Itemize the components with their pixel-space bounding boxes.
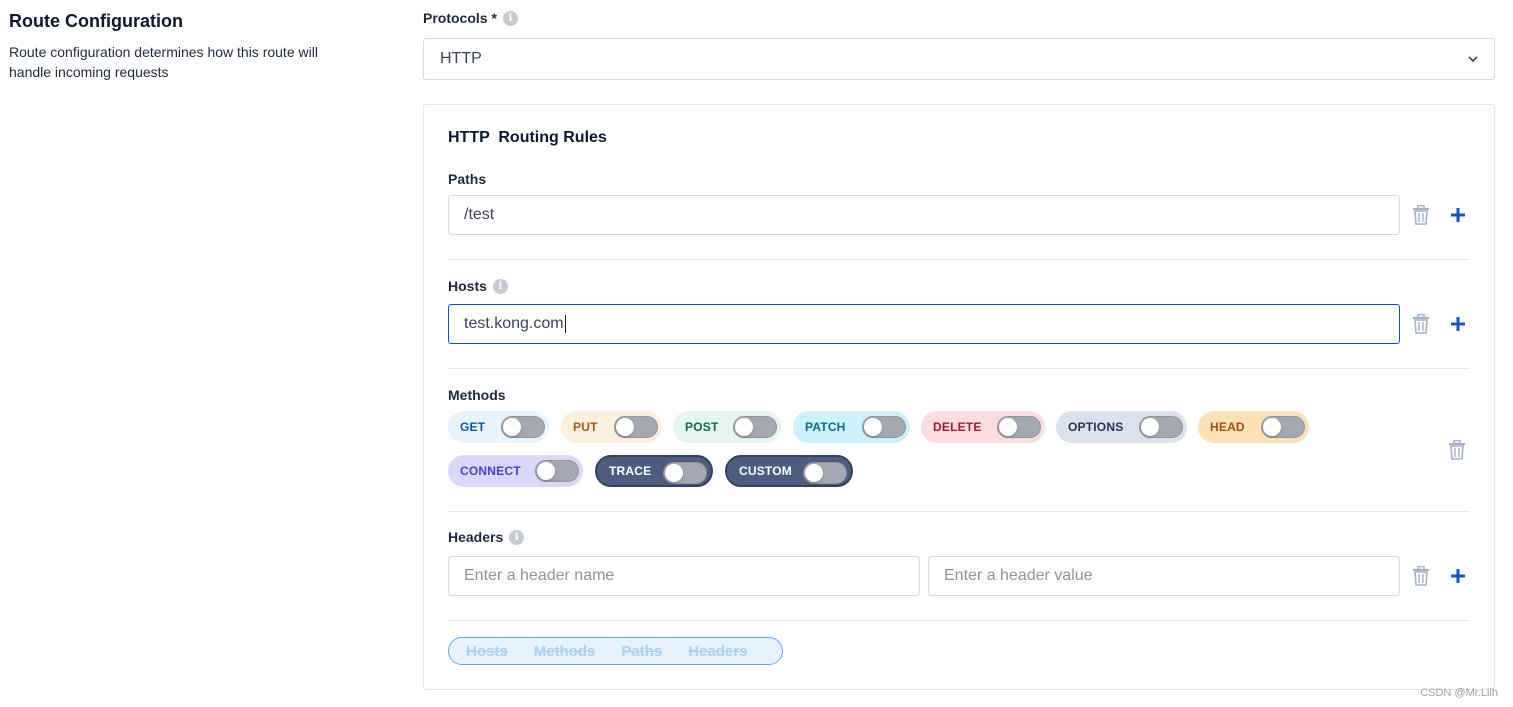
divider <box>448 368 1470 369</box>
toggle-switch[interactable] <box>733 416 777 438</box>
section-title: Route Configuration <box>9 11 183 31</box>
method-toggle-connect[interactable]: CONNECT <box>448 455 583 487</box>
paths-label-text: Paths <box>448 171 487 187</box>
method-label: PUT <box>573 420 598 434</box>
section-description: Route configuration determines how this … <box>9 44 318 80</box>
toggle-switch[interactable] <box>803 462 847 484</box>
method-label: CONNECT <box>460 464 521 478</box>
trash-icon[interactable] <box>1412 314 1430 334</box>
paths-input-value: /test <box>464 206 495 223</box>
method-toggle-head[interactable]: HEAD <box>1198 411 1309 443</box>
toggle-knob <box>665 464 683 482</box>
tab-headers[interactable]: Headers <box>688 643 747 660</box>
protocols-select-value: HTTP <box>440 50 482 67</box>
info-icon[interactable]: i <box>502 10 518 26</box>
toggle-switch[interactable] <box>862 416 906 438</box>
hosts-input-value: test.kong.com <box>464 315 564 332</box>
section-header: Route Configuration Route configuration … <box>9 11 349 82</box>
header-value-placeholder: Enter a header value <box>944 567 1093 584</box>
tab-methods[interactable]: Methods <box>534 643 596 660</box>
plus-icon[interactable] <box>1450 207 1466 223</box>
toggle-knob <box>735 418 753 436</box>
hosts-label: Hosts i <box>448 278 508 294</box>
method-label: HEAD <box>1210 420 1245 434</box>
watermark: CSDN @Mr.Lilh <box>1420 687 1498 699</box>
trash-icon[interactable] <box>1412 566 1430 586</box>
toggle-knob <box>805 464 823 482</box>
method-label: TRACE <box>609 464 652 478</box>
text-caret <box>564 315 566 333</box>
plus-icon[interactable] <box>1450 568 1466 584</box>
chevron-down-icon <box>1468 56 1478 63</box>
tab-paths[interactable]: Paths <box>621 643 662 660</box>
info-icon[interactable]: i <box>509 529 525 545</box>
paths-label: Paths <box>448 171 486 187</box>
plus-icon[interactable] <box>1450 316 1466 332</box>
headers-label-text: Headers <box>448 529 504 545</box>
toggle-switch[interactable] <box>614 416 658 438</box>
header-name-input[interactable]: Enter a header name <box>448 556 920 596</box>
divider <box>448 511 1470 512</box>
hosts-input[interactable]: test.kong.com <box>448 304 1400 344</box>
toggle-switch[interactable] <box>535 460 579 482</box>
protocols-label: Protocols * i <box>423 10 518 26</box>
divider <box>448 620 1470 621</box>
header-name-placeholder: Enter a header name <box>464 567 615 584</box>
method-toggle-get[interactable]: GET <box>448 411 549 443</box>
toggle-switch[interactable] <box>997 416 1041 438</box>
trash-icon[interactable] <box>1412 205 1430 225</box>
method-toggle-post[interactable]: POST <box>673 411 781 443</box>
method-label: GET <box>460 420 486 434</box>
toggle-switch[interactable] <box>501 416 545 438</box>
toggle-knob <box>503 418 521 436</box>
methods-label-text: Methods <box>448 387 506 403</box>
method-toggle-custom[interactable]: CUSTOM <box>725 455 853 487</box>
method-label: POST <box>685 420 719 434</box>
paths-input[interactable]: /test <box>448 195 1400 235</box>
method-toggle-delete[interactable]: DELETE <box>921 411 1045 443</box>
divider <box>448 259 1470 260</box>
headers-label: Headers i <box>448 529 525 545</box>
tab-hosts[interactable]: Hosts <box>466 643 508 660</box>
toggle-knob <box>864 418 882 436</box>
method-label: CUSTOM <box>739 464 792 478</box>
toggle-knob <box>1263 418 1281 436</box>
toggle-knob <box>616 418 634 436</box>
rule-type-tabs: Hosts Methods Paths Headers <box>448 637 783 665</box>
method-toggle-options[interactable]: OPTIONS <box>1056 411 1187 443</box>
info-icon[interactable]: i <box>492 278 508 294</box>
method-label: OPTIONS <box>1068 420 1124 434</box>
method-label: PATCH <box>805 420 846 434</box>
methods-label: Methods <box>448 387 506 403</box>
method-toggle-put[interactable]: PUT <box>561 411 662 443</box>
toggle-switch[interactable] <box>663 462 707 484</box>
toggle-knob <box>999 418 1017 436</box>
routing-rules-title: HTTP Routing Rules <box>448 129 607 146</box>
header-value-input[interactable]: Enter a header value <box>928 556 1400 596</box>
hosts-label-text: Hosts <box>448 278 487 294</box>
method-label: DELETE <box>933 420 982 434</box>
toggle-knob <box>537 462 555 480</box>
method-toggle-trace[interactable]: TRACE <box>595 455 713 487</box>
toggle-switch[interactable] <box>1261 416 1305 438</box>
toggle-switch[interactable] <box>1139 416 1183 438</box>
protocols-label-text: Protocols * <box>423 10 497 26</box>
method-toggle-patch[interactable]: PATCH <box>793 411 910 443</box>
trash-icon[interactable] <box>1448 440 1466 460</box>
protocols-select[interactable]: HTTP <box>423 38 1495 80</box>
routing-rules-card: HTTP Routing Rules Paths /test Hosts i t… <box>423 104 1495 690</box>
toggle-knob <box>1141 418 1159 436</box>
